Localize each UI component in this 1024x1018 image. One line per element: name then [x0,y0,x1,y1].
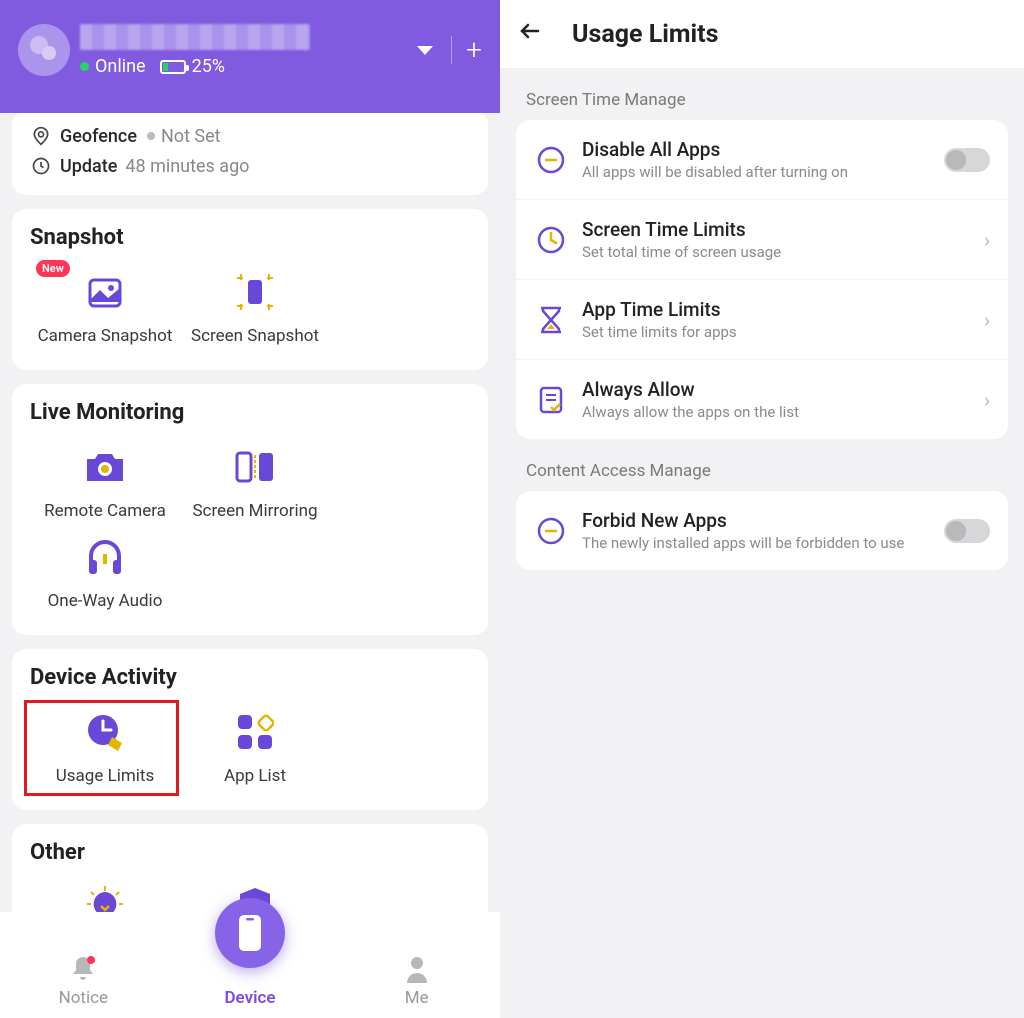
online-label: Online [95,56,146,77]
hourglass-icon [534,303,568,337]
app-time-limits-row[interactable]: App Time Limits Set time limits for apps… [516,280,1008,360]
device-info-card: Geofence Not Set Update 48 minutes ago [12,113,488,195]
back-arrow-icon[interactable] [518,19,542,49]
avatar[interactable] [18,24,70,76]
remote-camera-button[interactable]: Remote Camera [30,437,180,527]
page-title: Usage Limits [572,20,718,49]
live-monitoring-section: Live Monitoring Remote Camera Screen Mir… [12,384,488,635]
online-dot-icon [80,62,89,71]
nav-me[interactable]: Me [333,954,500,1008]
nav-notice[interactable]: Notice [0,954,167,1008]
forbid-new-apps-row[interactable]: Forbid New Apps The newly installed apps… [516,491,1008,570]
geofence-icon [30,125,52,147]
section-label: Content Access Manage [500,439,1024,491]
snapshot-section: Snapshot New Camera Snapshot Screen Snap… [12,209,488,370]
forbid-new-apps-toggle[interactable] [944,519,990,543]
screenshot-icon [235,272,275,312]
section-title: Other [30,840,478,865]
profile-header: Online 25% + [0,0,500,113]
screen-header: Usage Limits [500,0,1024,68]
clock-icon [30,155,52,177]
one-way-audio-button[interactable]: One-Way Audio [30,527,180,617]
device-nav-circle [215,898,285,968]
photo-icon [84,274,126,310]
disable-all-apps-toggle[interactable] [944,148,990,172]
camera-icon [83,449,127,485]
battery-icon [160,60,186,74]
chevron-right-icon: › [984,308,990,332]
content-access-card: Forbid New Apps The newly installed apps… [516,491,1008,570]
forbid-icon [534,514,568,548]
section-title: Device Activity [30,665,478,690]
section-label: Screen Time Manage [500,68,1024,120]
profile-dropdown-icon[interactable] [417,46,433,55]
app-list-button[interactable]: App List [180,702,330,792]
section-title: Snapshot [30,225,478,250]
screen-mirroring-button[interactable]: Screen Mirroring [180,437,330,527]
chevron-right-icon: › [984,388,990,412]
section-title: Live Monitoring [30,400,478,425]
divider [451,36,452,64]
phone-icon [237,913,263,953]
always-allow-row[interactable]: Always Allow Always allow the apps on th… [516,360,1008,439]
battery-pct: 25% [192,56,225,77]
device-screen: Online 25% + Geofence Not Set [0,0,500,1018]
update-row[interactable]: Update 48 minutes ago [30,151,470,181]
app-grid-icon [236,713,274,751]
disable-all-apps-row[interactable]: Disable All Apps All apps will be disabl… [516,120,1008,200]
new-badge: New [36,260,70,277]
bell-icon [0,954,167,984]
allow-list-icon [534,383,568,417]
mirror-icon [233,449,277,485]
device-activity-section: Device Activity Usage Limits App List [12,649,488,810]
camera-snapshot-button[interactable]: New Camera Snapshot [30,262,180,352]
disable-icon [534,143,568,177]
nav-device[interactable]: Device [167,958,334,1008]
person-icon [333,954,500,984]
status-dot-icon [147,132,155,140]
usage-limits-screen: Usage Limits Screen Time Manage Disable … [500,0,1024,1018]
usage-limits-button[interactable]: Usage Limits [30,702,180,792]
clock-icon [534,223,568,257]
chevron-right-icon: › [984,228,990,252]
screen-time-card: Disable All Apps All apps will be disabl… [516,120,1008,439]
bottom-nav: Notice Device Me [0,912,500,1018]
screen-time-limits-row[interactable]: Screen Time Limits Set total time of scr… [516,200,1008,280]
headphones-icon [85,538,125,576]
profile-name [80,24,310,50]
screen-snapshot-button[interactable]: Screen Snapshot [180,262,330,352]
usage-limits-icon [84,711,126,753]
add-device-button[interactable]: + [466,36,482,64]
geofence-row[interactable]: Geofence Not Set [30,121,470,151]
